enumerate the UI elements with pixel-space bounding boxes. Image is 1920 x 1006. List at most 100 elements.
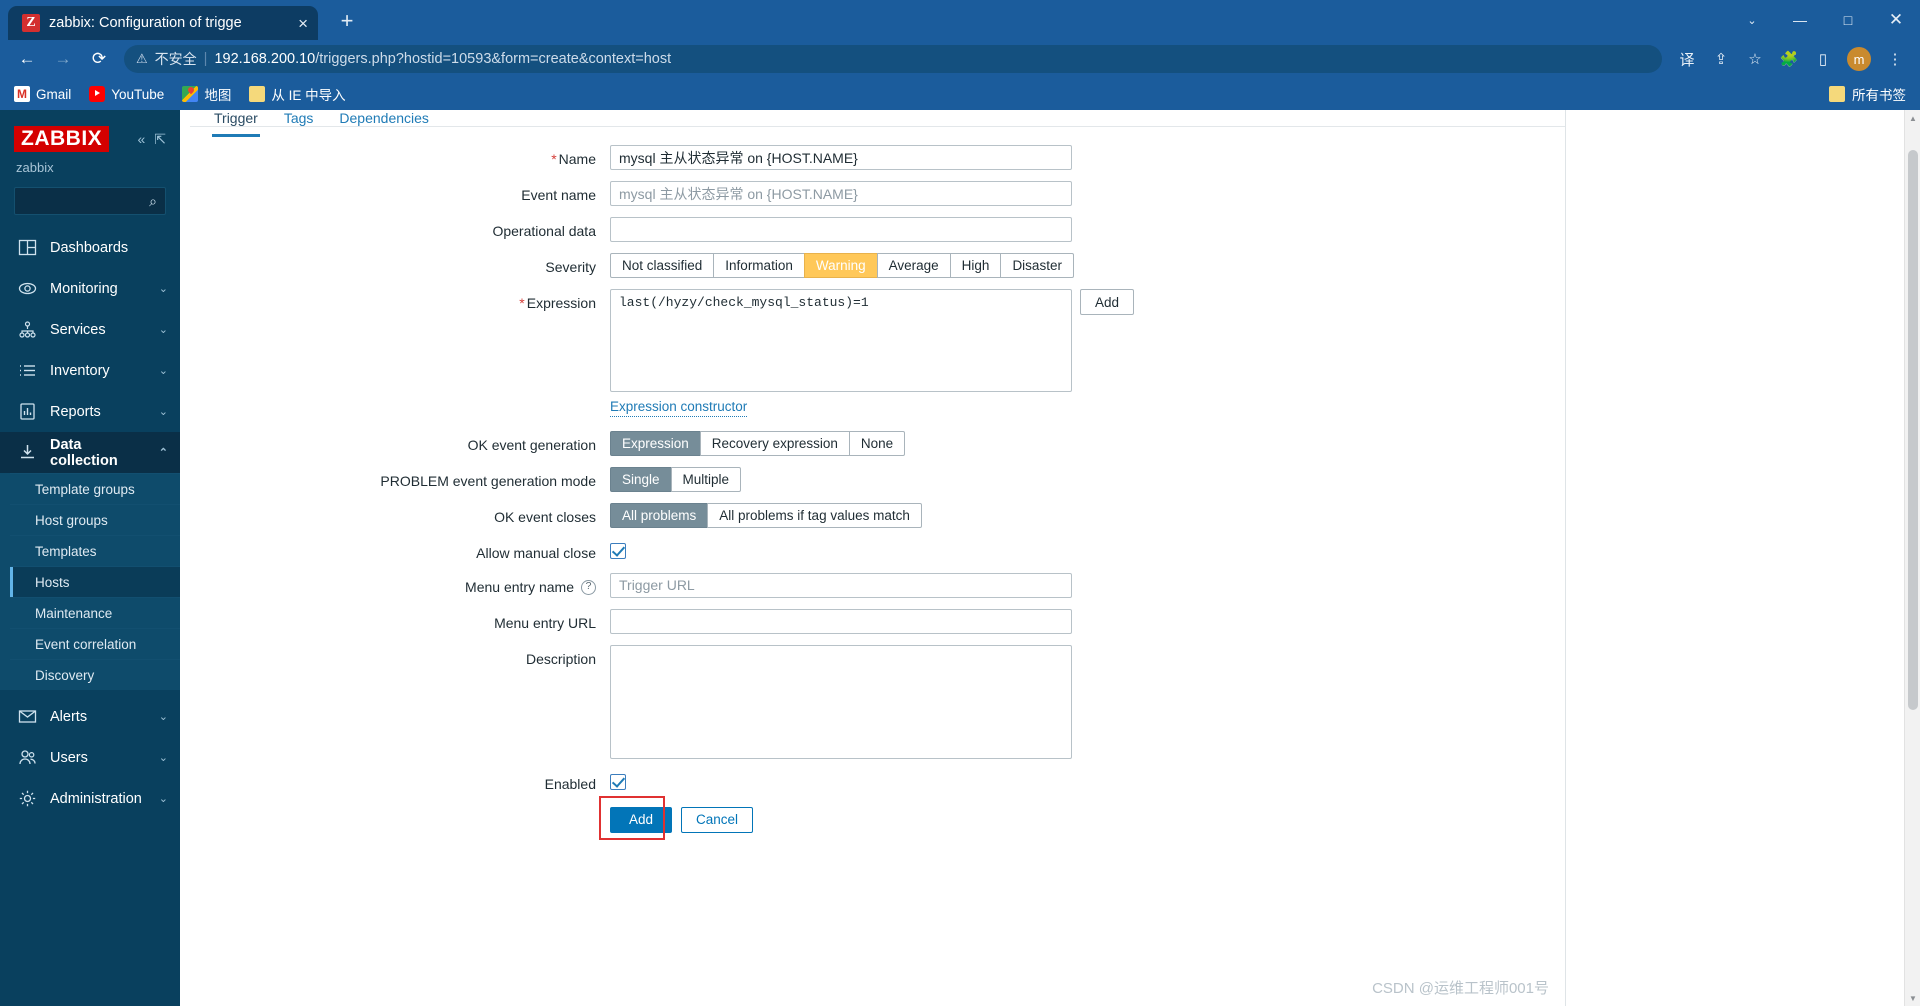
reload-icon[interactable]: ⟳ bbox=[82, 44, 116, 74]
severity-option-disaster[interactable]: Disaster bbox=[1000, 253, 1074, 278]
address-bar[interactable]: ⚠ 不安全 | 192.168.200.10/triggers.php?host… bbox=[124, 45, 1662, 73]
minimize-button[interactable]: — bbox=[1776, 0, 1824, 40]
bookmarks-bar: Gmail YouTube 地图 从 IE 中导入 所有书签 bbox=[0, 78, 1920, 110]
maximize-button[interactable]: □ bbox=[1824, 0, 1872, 40]
bookmark-star-icon[interactable]: ☆ bbox=[1740, 44, 1770, 74]
severity-option-not-classified[interactable]: Not classified bbox=[610, 253, 715, 278]
zabbix-page: ZABBIX « ⇱ zabbix ⌕ Dashboards Monitorin… bbox=[0, 110, 1920, 1006]
tab-label: Dependencies bbox=[339, 110, 429, 126]
menu-entry-url-input[interactable] bbox=[610, 608, 1072, 634]
sidebar-item-alerts[interactable]: Alerts ⌄ bbox=[0, 696, 180, 737]
severity-option-information[interactable]: Information bbox=[713, 253, 805, 278]
expression-constructor-link[interactable]: Expression constructor bbox=[610, 398, 748, 417]
severity-option-average[interactable]: Average bbox=[876, 253, 951, 278]
sidebar-item-label: Reports bbox=[50, 403, 101, 420]
all-bookmarks-button[interactable]: 所有书签 bbox=[1829, 84, 1906, 104]
sidebar-item-dashboards[interactable]: Dashboards bbox=[0, 227, 180, 268]
search-icon[interactable]: ⌕ bbox=[149, 193, 157, 210]
sidebar-item-discovery[interactable]: Discovery bbox=[10, 659, 180, 690]
sidebar-item-template-groups[interactable]: Template groups bbox=[10, 473, 180, 504]
enabled-checkbox[interactable] bbox=[610, 773, 626, 790]
collapse-sidebar-icon[interactable]: « bbox=[137, 131, 145, 148]
sidebar-item-monitoring[interactable]: Monitoring ⌄ bbox=[0, 268, 180, 309]
new-tab-button[interactable]: + bbox=[332, 7, 362, 37]
ok-event-option-recovery-expression[interactable]: Recovery expression bbox=[699, 430, 850, 456]
back-icon[interactable]: ← bbox=[10, 44, 44, 74]
side-panel-icon[interactable]: ▯ bbox=[1808, 44, 1838, 74]
share-icon[interactable]: ⇪ bbox=[1706, 44, 1736, 74]
scroll-down-icon[interactable]: ▼ bbox=[1905, 990, 1920, 1006]
operational-data-input[interactable] bbox=[610, 217, 1072, 242]
problem-event-option-multiple[interactable]: Multiple bbox=[670, 466, 742, 492]
bookmark-label: YouTube bbox=[111, 86, 165, 102]
sidebar-item-administration[interactable]: Administration ⌄ bbox=[0, 778, 180, 819]
page-scrollbar[interactable]: ▲ ▼ bbox=[1904, 110, 1920, 1006]
bookmark-youtube[interactable]: YouTube bbox=[89, 86, 164, 102]
browser-toolbar: ← → ⟳ ⚠ 不安全 | 192.168.200.10/triggers.ph… bbox=[0, 40, 1920, 78]
sidebar-item-data-collection[interactable]: Data collection ⌃ bbox=[0, 432, 180, 473]
window-controls: ⌄ — □ ✕ bbox=[1728, 0, 1920, 40]
ok-event-option-none[interactable]: None bbox=[848, 430, 906, 456]
submit-add-button[interactable]: Add bbox=[610, 806, 673, 833]
gmail-icon bbox=[14, 86, 30, 102]
ok-event-closes-option-all-problems[interactable]: All problems bbox=[610, 502, 709, 528]
tab-trigger[interactable]: Trigger bbox=[212, 110, 272, 137]
problem-event-option-single[interactable]: Single bbox=[610, 466, 672, 492]
sidebar-item-inventory[interactable]: Inventory ⌄ bbox=[0, 350, 180, 391]
expand-sidebar-icon[interactable]: ⇱ bbox=[154, 131, 166, 148]
extensions-icon[interactable]: 🧩 bbox=[1774, 44, 1804, 74]
close-tab-icon[interactable]: × bbox=[298, 15, 308, 32]
sidebar-item-users[interactable]: Users ⌄ bbox=[0, 737, 180, 778]
tab-dependencies[interactable]: Dependencies bbox=[337, 110, 443, 137]
tab-search-chevron-icon[interactable]: ⌄ bbox=[1728, 0, 1776, 40]
event-name-label: Event name bbox=[521, 187, 596, 203]
scrollbar-thumb[interactable] bbox=[1908, 150, 1918, 710]
profile-avatar[interactable]: m bbox=[1847, 47, 1871, 71]
expression-add-button[interactable]: Add bbox=[1080, 289, 1135, 315]
event-name-input[interactable] bbox=[610, 181, 1072, 206]
name-input[interactable] bbox=[610, 145, 1072, 170]
menu-entry-name-input[interactable] bbox=[610, 572, 1072, 598]
zabbix-sidebar: ZABBIX « ⇱ zabbix ⌕ Dashboards Monitorin… bbox=[0, 110, 180, 1006]
translate-icon[interactable]: 译 bbox=[1672, 44, 1702, 74]
browser-tab-title: zabbix: Configuration of trigge bbox=[49, 15, 242, 31]
allow-manual-close-label: Allow manual close bbox=[476, 544, 596, 561]
browser-menu-icon[interactable]: ⋮ bbox=[1880, 44, 1910, 74]
severity-option-high[interactable]: High bbox=[949, 253, 1002, 278]
bookmark-import-from-ie[interactable]: 从 IE 中导入 bbox=[249, 84, 346, 104]
bookmark-gmail[interactable]: Gmail bbox=[14, 86, 71, 102]
description-label: Description bbox=[525, 650, 596, 667]
close-window-button[interactable]: ✕ bbox=[1872, 0, 1920, 40]
description-textarea[interactable] bbox=[610, 644, 1072, 759]
help-icon[interactable]: ? bbox=[581, 579, 596, 595]
search-input[interactable] bbox=[23, 193, 150, 209]
sidebar-item-maintenance[interactable]: Maintenance bbox=[10, 597, 180, 628]
sidebar-item-services[interactable]: Services ⌄ bbox=[0, 309, 180, 350]
problem-event-mode-label: PROBLEM event generation mode bbox=[380, 472, 596, 489]
sidebar-item-event-correlation[interactable]: Event correlation bbox=[10, 628, 180, 659]
forward-icon[interactable]: → bbox=[46, 44, 80, 74]
form-tabs: Trigger Tags Dependencies bbox=[190, 110, 1565, 137]
allow-manual-close-checkbox[interactable] bbox=[610, 542, 626, 559]
sidebar-username: zabbix bbox=[16, 160, 54, 175]
scroll-up-icon[interactable]: ▲ bbox=[1905, 110, 1920, 126]
severity-option-warning[interactable]: Warning bbox=[803, 253, 878, 278]
sidebar-item-hosts[interactable]: Hosts bbox=[10, 566, 180, 597]
tab-tags[interactable]: Tags bbox=[282, 110, 328, 137]
sidebar-item-host-groups[interactable]: Host groups bbox=[10, 504, 180, 535]
cancel-button[interactable]: Cancel bbox=[681, 806, 754, 833]
problem-event-mode-segmented-control: Single Multiple bbox=[610, 466, 742, 492]
expression-textarea[interactable]: last(/hyzy/check_mysql_status)=1 bbox=[610, 289, 1072, 392]
sidebar-item-label: Administration bbox=[50, 790, 142, 807]
ok-event-closes-option-tag-values-match[interactable]: All problems if tag values match bbox=[707, 502, 922, 528]
browser-tab[interactable]: Z zabbix: Configuration of trigge × bbox=[8, 6, 318, 40]
form-row-enabled: Enabled bbox=[190, 770, 1565, 793]
form-row-actions: Add Cancel bbox=[190, 795, 1565, 840]
bookmark-maps[interactable]: 地图 bbox=[182, 84, 231, 104]
submenu-label: Host groups bbox=[35, 512, 108, 528]
ok-event-option-expression[interactable]: Expression bbox=[610, 430, 701, 456]
sidebar-item-templates[interactable]: Templates bbox=[10, 535, 180, 566]
sidebar-search[interactable]: ⌕ bbox=[14, 187, 166, 215]
sidebar-item-reports[interactable]: Reports ⌄ bbox=[0, 391, 180, 432]
